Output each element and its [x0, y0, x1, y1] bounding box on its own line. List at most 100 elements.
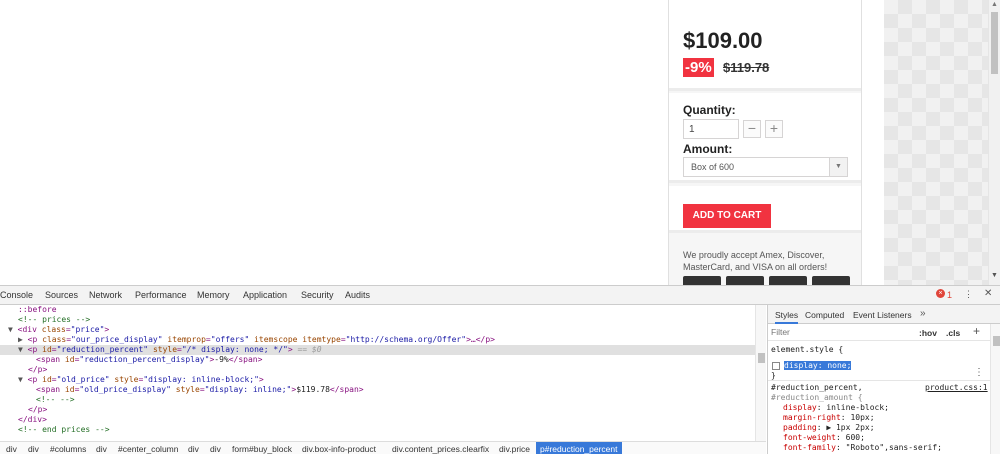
cart-box: ADD TO CART: [669, 186, 861, 233]
elements-scrollbar-thumb[interactable]: [758, 353, 765, 363]
breadcrumb: div div #columns div #center_column div …: [0, 441, 766, 454]
breadcrumb-item[interactable]: form#buy_block: [232, 444, 292, 454]
tab-performance[interactable]: Performance: [135, 290, 187, 300]
breadcrumb-item[interactable]: div: [210, 444, 221, 454]
add-rule-icon[interactable]: +: [973, 324, 980, 338]
css-property[interactable]: padding: ▶ 1px 2px;: [783, 423, 875, 433]
rule-selector: #reduction_amount {: [771, 393, 863, 402]
tab-sources[interactable]: Sources: [45, 290, 78, 300]
breadcrumb-item-active[interactable]: p#reduction_percent: [536, 442, 622, 454]
tab-network[interactable]: Network: [89, 290, 122, 300]
styles-filter-input[interactable]: [771, 327, 871, 337]
elements-tree: ::before <!-- prices --> ▼ <div class="p…: [0, 305, 766, 441]
triangle-right-icon[interactable]: ▶: [18, 335, 23, 344]
tab-security[interactable]: Security: [301, 290, 334, 300]
quantity-box: Quantity: − + Amount: Box of 600 ▼: [669, 93, 861, 183]
element-style-property[interactable]: display: none;: [784, 361, 852, 371]
triangle-down-icon[interactable]: ▼: [8, 325, 13, 334]
price: $109.00: [683, 28, 763, 53]
tab-event-listeners[interactable]: Event Listeners: [853, 310, 912, 320]
mastercard-card-icon: [769, 276, 807, 285]
tree-line[interactable]: <!-- prices -->: [0, 315, 755, 325]
tree-line[interactable]: ▶ <p class="our_price_display" itemprop=…: [0, 335, 755, 345]
tree-line[interactable]: ▼ <p id="old_price" style="display: inli…: [0, 375, 755, 385]
quantity-plus-button[interactable]: +: [765, 120, 783, 138]
triangle-down-icon[interactable]: ▼: [18, 345, 23, 354]
rule-source-link[interactable]: product.css:1: [925, 383, 988, 392]
quantity-input[interactable]: [683, 119, 739, 139]
tree-line[interactable]: <span id="reduction_percent_display">-9%…: [0, 355, 755, 365]
tree-line[interactable]: ::before: [0, 305, 755, 315]
breadcrumb-item[interactable]: div: [188, 444, 199, 454]
scroll-up-icon[interactable]: ▲: [991, 1, 998, 8]
discover-card-icon: [726, 276, 764, 285]
error-icon[interactable]: ×: [936, 289, 945, 298]
property-checkbox[interactable]: [772, 362, 780, 370]
visa-card-icon: [812, 276, 850, 285]
tab-styles[interactable]: Styles: [775, 310, 799, 324]
chevron-down-icon: ▼: [829, 158, 847, 176]
breadcrumb-item[interactable]: div: [28, 444, 39, 454]
scroll-down-icon[interactable]: ▼: [991, 272, 998, 279]
tab-application[interactable]: Application: [243, 290, 287, 300]
page-scrollbar-thumb[interactable]: [991, 12, 998, 74]
breadcrumb-item[interactable]: div: [96, 444, 107, 454]
quantity-label: Quantity:: [683, 103, 736, 117]
amount-select[interactable]: Box of 600 ▼: [683, 157, 848, 177]
background-pattern: [884, 0, 988, 285]
quantity-minus-button[interactable]: −: [743, 120, 761, 138]
triangle-down-icon[interactable]: ▼: [18, 375, 23, 384]
element-style-selector: element.style {: [771, 345, 844, 354]
styles-scrollbar-thumb[interactable]: [993, 336, 1000, 346]
breadcrumb-item[interactable]: #center_column: [118, 444, 178, 454]
tree-line[interactable]: </p>: [0, 405, 755, 415]
tab-computed[interactable]: Computed: [805, 310, 844, 320]
tree-line[interactable]: <span id="old_price_display" style="disp…: [0, 385, 755, 395]
old-price: $119.78: [723, 60, 770, 75]
cls-toggle[interactable]: .cls: [946, 328, 960, 338]
tree-line[interactable]: </p>: [0, 365, 755, 375]
more-tabs-icon[interactable]: »: [920, 308, 926, 319]
breadcrumb-item[interactable]: div.box-info-product: [302, 444, 376, 454]
breadcrumb-item[interactable]: div: [6, 444, 17, 454]
amex-card-icon: [683, 276, 721, 285]
breadcrumb-item[interactable]: div.price: [499, 444, 530, 454]
product-box: $109.00 -9% $119.78 Quantity: − + Amount…: [668, 0, 862, 285]
reduction-badge: -9%: [683, 58, 714, 77]
elements-scrollbar[interactable]: [755, 305, 766, 441]
css-property[interactable]: display: inline-block;: [783, 403, 889, 413]
page-scrollbar[interactable]: ▲ ▼: [988, 0, 1000, 285]
tree-line[interactable]: </div>: [0, 415, 755, 425]
breadcrumb-item[interactable]: div.content_prices.clearfix: [392, 444, 489, 454]
hov-toggle[interactable]: :hov: [919, 328, 937, 338]
css-property[interactable]: font-weight: 600;: [783, 433, 865, 443]
add-to-cart-button[interactable]: ADD TO CART: [683, 204, 771, 228]
styles-scrollbar[interactable]: [990, 324, 1000, 454]
amount-selected-value: Box of 600: [691, 162, 735, 172]
tree-line[interactable]: <!-- end prices -->: [0, 425, 755, 435]
devtools-tabbar: Console Sources Network Performance Memo…: [0, 286, 1000, 305]
rule-menu-icon[interactable]: ⋮: [974, 367, 984, 378]
page-viewport: $109.00 -9% $119.78 Quantity: − + Amount…: [0, 0, 1000, 285]
tree-line[interactable]: <!-- -->: [0, 395, 755, 405]
rule-divider: [768, 380, 990, 381]
tab-memory[interactable]: Memory: [197, 290, 230, 300]
amount-label: Amount:: [683, 142, 733, 156]
tree-line-selected[interactable]: ▼ <p id="reduction_percent" style="/* di…: [0, 345, 755, 355]
rule-selector: #reduction_percent,: [771, 383, 863, 392]
error-count[interactable]: 1: [947, 290, 952, 300]
tab-audits[interactable]: Audits: [345, 290, 370, 300]
css-property[interactable]: font-family: "Roboto",sans-serif;: [783, 443, 942, 453]
styles-pane: Styles Computed Event Listeners » :hov .…: [767, 305, 1000, 454]
devtools-panel: Console Sources Network Performance Memo…: [0, 285, 1000, 454]
styles-filter-row: :hov .cls +: [768, 324, 990, 341]
styles-tabbar: Styles Computed Event Listeners »: [768, 305, 1000, 324]
payment-note: We proudly accept Amex, Discover, Master…: [683, 250, 828, 272]
tab-console[interactable]: Console: [0, 290, 33, 300]
close-icon[interactable]: ✕: [984, 288, 992, 299]
css-property[interactable]: margin-right: 10px;: [783, 413, 875, 423]
kebab-menu-icon[interactable]: ⋮: [964, 289, 973, 300]
tree-line[interactable]: ▼ <div class="price">: [0, 325, 755, 335]
price-box: $109.00 -9% $119.78: [669, 0, 861, 91]
breadcrumb-item[interactable]: #columns: [50, 444, 86, 454]
